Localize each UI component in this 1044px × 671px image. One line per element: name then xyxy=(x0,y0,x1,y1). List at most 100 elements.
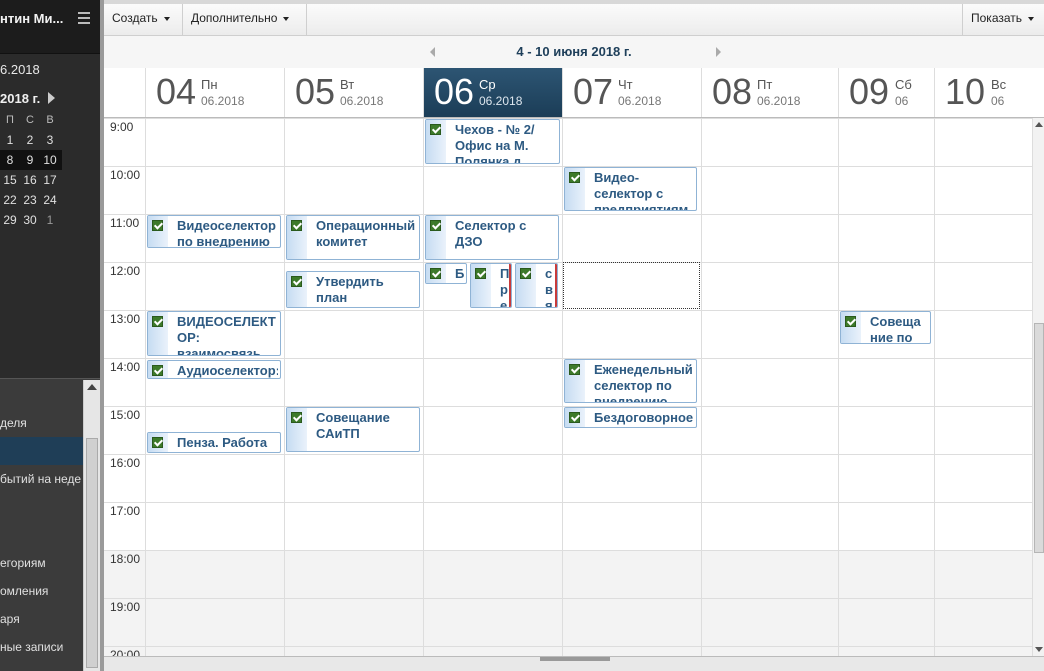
more-button[interactable]: Дополнительно xyxy=(183,4,307,35)
sidebar-item-week[interactable]: деля xyxy=(0,409,83,437)
day-name: Пт xyxy=(757,77,773,92)
hour-label: 19:00 xyxy=(110,600,141,614)
calendar-event[interactable]: Аудиоселектор: xyxy=(147,360,281,379)
event-title: Операционный комитет xyxy=(316,218,416,249)
bottom-splitter[interactable] xyxy=(104,656,1044,671)
column-divider xyxy=(701,118,702,656)
selected-time-slot[interactable] xyxy=(563,262,700,309)
calendar-event[interactable]: Бездоговорное xyxy=(564,407,697,428)
hour-label: 17:00 xyxy=(110,504,141,518)
day-header-sat[interactable]: 09 Сб 06 xyxy=(838,68,934,117)
day-header-sun[interactable]: 10 Вс 06 xyxy=(934,68,1044,117)
calendar-event[interactable]: Селектор с ДЗО xyxy=(425,215,559,260)
mini-calendar-month: 2018 г. xyxy=(0,91,41,106)
mini-calendar-day[interactable]: 9 xyxy=(20,150,40,170)
scroll-up-icon[interactable] xyxy=(1035,122,1043,127)
event-title: Видео-селектор с предприятиям xyxy=(594,170,689,211)
event-title: Бездоговорное xyxy=(594,410,694,425)
mini-calendar-day[interactable]: 23 xyxy=(20,190,40,210)
caret-down-icon xyxy=(163,16,170,21)
checkbox-icon xyxy=(430,268,441,279)
hour-label: 14:00 xyxy=(110,360,141,374)
sidebar-scrollbar[interactable] xyxy=(83,380,100,671)
day-header-mon[interactable]: 04 Пн 06.2018 xyxy=(145,68,284,117)
sidebar: нтин Ми... 6.2018 2018 г. П С В 1 2 3 8 … xyxy=(0,0,100,671)
hour-row-offhours: 18:00 xyxy=(104,550,1032,598)
hour-label: 11:00 xyxy=(110,216,140,230)
mini-calendar-day[interactable]: 10 xyxy=(40,150,60,170)
event-title: Совещание по xyxy=(870,314,921,344)
mini-calendar-day[interactable]: 30 xyxy=(20,210,40,230)
calendar-event[interactable]: ВИДЕОСЕЛЕКТОР: взаимосвязь xyxy=(147,311,281,356)
day-month: 06 xyxy=(991,94,1005,108)
mini-calendar-day[interactable]: 29 xyxy=(0,210,20,230)
calendar-event[interactable]: Утвердить план xyxy=(286,271,420,308)
splitter-grip[interactable] xyxy=(540,657,610,661)
calendar-event[interactable]: Чехов - № 2/Офис на М. Полянка д. xyxy=(425,119,560,164)
day-name: Вт xyxy=(340,77,355,92)
calendar-event[interactable]: Видеоселектор по внедрению xyxy=(147,215,281,248)
calendar-event[interactable]: Пенза. Работа xyxy=(147,432,281,453)
sidebar-item-records[interactable]: ные записи xyxy=(0,633,83,661)
toolbar: Создать Дополнительно Показать xyxy=(104,0,1044,36)
grid-scrollbar[interactable] xyxy=(1032,118,1044,656)
column-divider xyxy=(934,118,935,656)
event-title: Б xyxy=(455,266,465,281)
mini-calendar-weekday: С xyxy=(26,114,34,126)
scroll-up-icon[interactable] xyxy=(87,384,97,390)
calendar-event[interactable]: Видео-селектор с предприятиям xyxy=(564,167,697,211)
event-title: Селектор с ДЗО xyxy=(455,218,527,249)
sidebar-item-notifications[interactable]: омления xyxy=(0,577,83,605)
sidebar-item-events-week[interactable]: бытий на неде xyxy=(0,465,83,493)
calendar-event[interactable]: Еженедельный селектор по внедрению xyxy=(564,359,697,403)
user-name[interactable]: нтин Ми... xyxy=(0,11,72,27)
mini-calendar-day[interactable]: 1 xyxy=(0,130,20,150)
week-grid[interactable]: 9:00 10:00 11:00 12:00 13:00 14:00 15:00… xyxy=(104,118,1032,656)
menu-icon[interactable] xyxy=(78,12,90,24)
mini-calendar-day[interactable]: 2 xyxy=(20,130,40,150)
mini-calendar-day[interactable]: 17 xyxy=(40,170,60,190)
day-header-thu[interactable]: 07 Чт 06.2018 xyxy=(562,68,701,117)
column-divider xyxy=(145,118,146,656)
sidebar-scrollbar-thumb[interactable] xyxy=(86,438,98,668)
sidebar-item-categories[interactable]: егориям xyxy=(0,549,83,577)
column-divider xyxy=(423,118,424,656)
mini-calendar-day[interactable]: 22 xyxy=(0,190,20,210)
sidebar-item-calendar[interactable]: аря xyxy=(0,605,83,633)
checkbox-icon xyxy=(569,172,580,183)
scroll-down-icon[interactable] xyxy=(1035,647,1043,652)
grid-scrollbar-thumb[interactable] xyxy=(1034,323,1044,553)
show-button[interactable]: Показать xyxy=(962,4,1044,35)
checkbox-icon xyxy=(152,365,163,376)
calendar-event[interactable]: Б xyxy=(425,263,467,284)
calendar-event[interactable]: Совещание САиТП xyxy=(286,407,420,452)
hour-label: 13:00 xyxy=(110,312,141,326)
show-button-label: Показать xyxy=(971,11,1023,25)
calendar-event[interactable]: свя xyxy=(515,263,558,308)
day-name: Сб xyxy=(895,77,912,92)
mini-calendar-day[interactable]: 24 xyxy=(40,190,60,210)
mini-calendar-day[interactable]: 8 xyxy=(0,150,20,170)
sidebar-item-selected[interactable] xyxy=(0,437,83,465)
day-header-tue[interactable]: 05 Вт 06.2018 xyxy=(284,68,423,117)
day-header-wed-today[interactable]: 06 Ср 06.2018 xyxy=(423,68,562,117)
mini-calendar-day[interactable]: 3 xyxy=(40,130,60,150)
event-title: Чехов - № 2/Офис на М. Полянка д. xyxy=(455,122,535,164)
hour-label: 20:00 xyxy=(110,648,141,656)
day-name: Пн xyxy=(201,77,218,92)
calendar-event[interactable]: Операционный комитет xyxy=(286,215,420,260)
next-month-icon[interactable] xyxy=(48,92,55,104)
checkbox-icon xyxy=(569,364,580,375)
calendar-event[interactable]: Совещание по xyxy=(840,311,931,344)
next-week-icon[interactable] xyxy=(716,47,721,57)
calendar-event[interactable]: Пре xyxy=(470,263,512,308)
hour-label: 10:00 xyxy=(110,168,141,182)
event-title: Пенза. Работа xyxy=(177,435,268,450)
mini-calendar-day[interactable]: 1 xyxy=(40,210,60,230)
mini-calendar-day[interactable]: 15 xyxy=(0,170,20,190)
checkbox-icon xyxy=(845,316,856,327)
hour-row-offhours: 19:00 xyxy=(104,598,1032,646)
create-button[interactable]: Создать xyxy=(104,4,183,35)
mini-calendar-day[interactable]: 16 xyxy=(20,170,40,190)
day-header-fri[interactable]: 08 Пт 06.2018 xyxy=(701,68,838,117)
